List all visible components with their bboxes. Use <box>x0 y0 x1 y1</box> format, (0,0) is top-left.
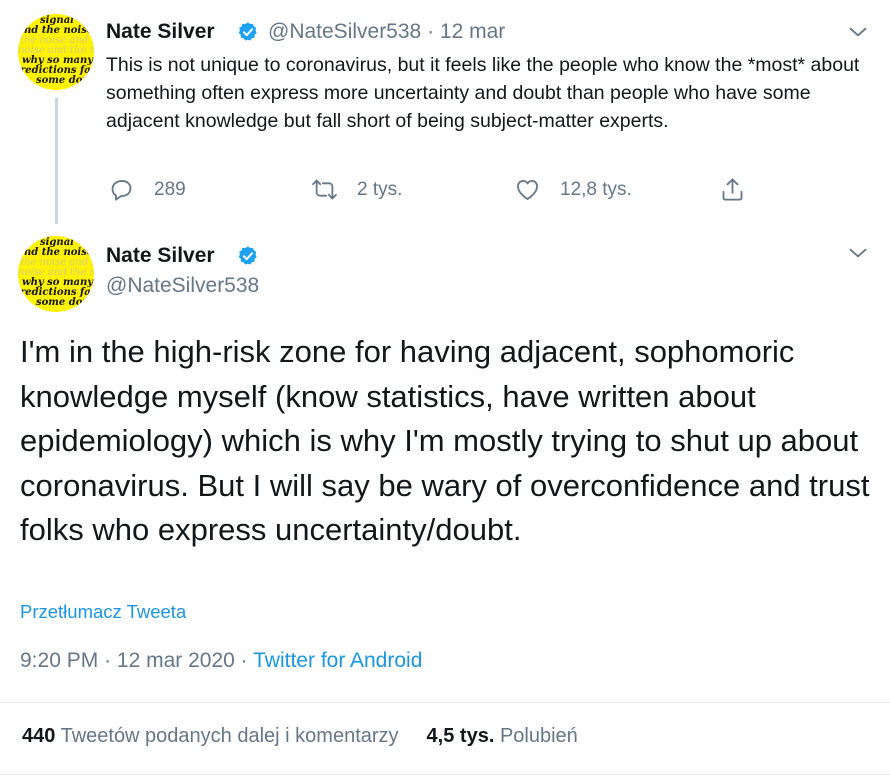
retweets-stat[interactable]: 440 Tweetów podanych dalej i komentarzy <box>22 725 399 747</box>
retweet-count: 2 tys. <box>357 178 403 200</box>
chevron-down-icon[interactable] <box>848 22 868 42</box>
reply-button[interactable]: 289 <box>108 176 186 203</box>
reply-count: 289 <box>154 178 186 200</box>
likes-stat[interactable]: 4,5 tys. Polubień <box>427 725 578 747</box>
like-count: 12,8 tys. <box>560 178 632 200</box>
avatar[interactable]: signal nd the noise the noise and th noi… <box>18 14 94 90</box>
chevron-down-icon[interactable] <box>848 243 868 263</box>
author-name[interactable]: Nate Silver <box>106 244 215 268</box>
tweet-source-link[interactable]: Twitter for Android <box>253 649 422 672</box>
author-handle: @NateSilver538 · 12 mar <box>268 20 506 43</box>
engagement-stats: 440 Tweetów podanych dalej i komentarzy 4… <box>22 725 578 748</box>
author-name[interactable]: Nate Silver <box>106 20 215 44</box>
retweet-button[interactable]: 2 tys. <box>311 176 402 203</box>
like-button[interactable]: 12,8 tys. <box>514 176 632 203</box>
translate-link[interactable]: Przetłumacz Tweeta <box>20 601 186 623</box>
verified-badge-icon <box>238 246 257 265</box>
share-icon <box>722 178 743 201</box>
avatar[interactable]: signal nd the noise the noise and th noi… <box>18 236 94 312</box>
like-icon <box>517 179 538 200</box>
retweet-icon <box>312 179 337 200</box>
divider <box>0 702 890 703</box>
thread-line <box>55 98 58 224</box>
verified-badge-icon <box>238 22 257 41</box>
tweet-time[interactable]: 9:20 PM <box>20 649 98 672</box>
tweet-meta: 9:20 PM · 12 mar 2020 · Twitter for Andr… <box>20 649 423 672</box>
divider <box>0 774 890 775</box>
tweet-text: This is not unique to coronavirus, but i… <box>106 54 860 132</box>
author-handle[interactable]: @NateSilver538 <box>106 274 259 298</box>
tweet-text: I'm in the high-risk zone for having adj… <box>20 334 870 547</box>
share-button[interactable] <box>719 176 746 203</box>
reply-icon <box>111 180 132 201</box>
tweet-date[interactable]: 12 mar 2020 <box>117 649 235 672</box>
